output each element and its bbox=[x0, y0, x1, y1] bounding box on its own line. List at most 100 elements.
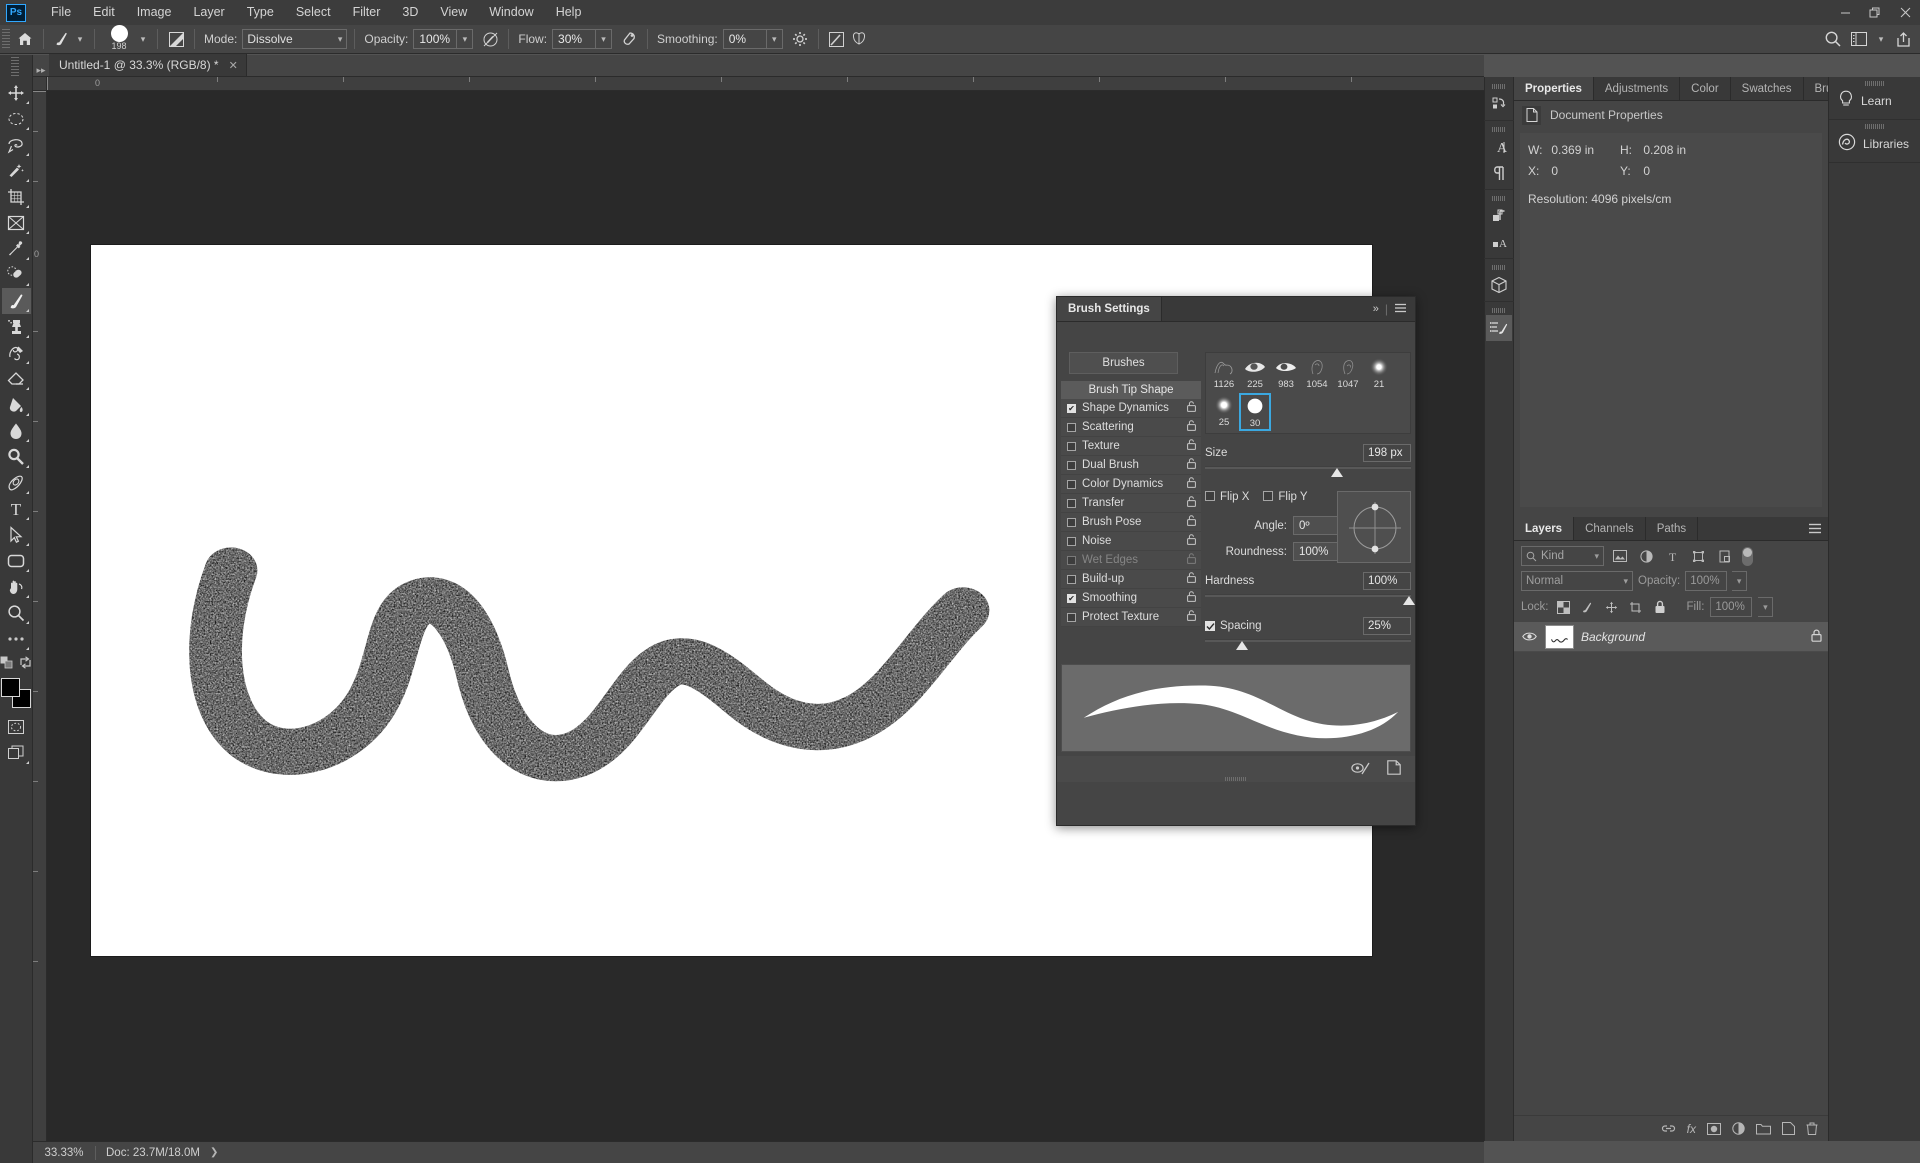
foreground-color-swatch[interactable] bbox=[1, 678, 20, 697]
brush-tip-1047[interactable]: 1047 bbox=[1332, 355, 1364, 393]
layer-opacity-input[interactable]: 100% bbox=[1685, 571, 1727, 591]
smart-object-filter-icon[interactable] bbox=[1714, 546, 1734, 566]
airbrush-icon[interactable] bbox=[618, 28, 640, 50]
crop-tool[interactable] bbox=[2, 184, 31, 210]
learn-panel-row[interactable]: Learn bbox=[1829, 88, 1920, 113]
unlock-icon[interactable] bbox=[1187, 458, 1196, 472]
gear-icon[interactable] bbox=[789, 28, 811, 50]
menu-image[interactable]: Image bbox=[126, 0, 183, 25]
unlock-icon[interactable] bbox=[1187, 591, 1196, 605]
transfer-checkbox[interactable] bbox=[1067, 499, 1076, 508]
brush-angle-icon[interactable] bbox=[826, 28, 848, 50]
lock-icon[interactable] bbox=[1811, 629, 1822, 645]
tab-color[interactable]: Color bbox=[1680, 77, 1730, 100]
layer-blend-mode-select[interactable]: Normal ▾ bbox=[1521, 571, 1633, 591]
color-dynamics-checkbox[interactable] bbox=[1067, 480, 1076, 489]
share-icon[interactable] bbox=[1892, 28, 1914, 50]
blend-mode-select[interactable]: Dissolve ▾ bbox=[242, 29, 347, 49]
brush-tip-225[interactable]: 225 bbox=[1239, 355, 1271, 393]
layer-fill-stepper-icon[interactable]: ▾ bbox=[1758, 597, 1773, 617]
layer-comps-panel-icon[interactable] bbox=[1486, 203, 1512, 229]
spacing-input[interactable]: 25% bbox=[1363, 617, 1411, 635]
options-bar-grip[interactable] bbox=[2, 29, 10, 49]
protect-texture-checkbox[interactable] bbox=[1067, 613, 1076, 622]
eraser-tool[interactable] bbox=[2, 366, 31, 392]
search-icon[interactable] bbox=[1822, 28, 1844, 50]
rail-grip[interactable] bbox=[1492, 196, 1506, 201]
character-styles-panel-icon[interactable]: A bbox=[1486, 229, 1512, 255]
brush-option-transfer[interactable]: Transfer bbox=[1061, 494, 1201, 513]
brush-well-caret-icon[interactable]: ▾ bbox=[136, 34, 150, 45]
unlock-icon[interactable] bbox=[1187, 515, 1196, 529]
layer-name[interactable]: Background bbox=[1581, 630, 1645, 644]
workspace-icon[interactable] bbox=[1848, 28, 1870, 50]
tab-properties[interactable]: Properties bbox=[1514, 77, 1594, 100]
brush-tool[interactable] bbox=[2, 288, 31, 314]
smoothing-input[interactable]: 0% bbox=[723, 29, 767, 49]
ruler-corner[interactable] bbox=[33, 77, 47, 91]
close-button[interactable] bbox=[1890, 0, 1920, 25]
chevron-right-icon[interactable]: ❯ bbox=[210, 1147, 218, 1158]
libraries-panel[interactable]: Libraries bbox=[1829, 124, 1920, 163]
paragraph-panel-icon[interactable] bbox=[1486, 160, 1512, 186]
new-brush-preset-icon[interactable] bbox=[1387, 760, 1401, 778]
lock-image-pixels-icon[interactable] bbox=[1579, 598, 1597, 616]
edit-toolbar-button[interactable] bbox=[2, 626, 31, 652]
brush-panel-toggle-icon[interactable] bbox=[165, 28, 187, 50]
lock-artboard-icon[interactable] bbox=[1627, 598, 1645, 616]
brush-settings-panel[interactable]: Brush Settings » | Brushes Brush Tip Sha… bbox=[1056, 296, 1416, 826]
link-layers-icon[interactable] bbox=[1661, 1123, 1676, 1134]
brush-option-texture[interactable]: Texture bbox=[1061, 437, 1201, 456]
hardness-slider[interactable] bbox=[1205, 593, 1411, 607]
toggle-brush-preview-icon[interactable] bbox=[1351, 761, 1371, 778]
move-tool[interactable] bbox=[2, 80, 31, 106]
unlock-icon[interactable] bbox=[1187, 534, 1196, 548]
flow-stepper-icon[interactable]: ▾ bbox=[596, 29, 612, 49]
zoom-tool[interactable] bbox=[2, 600, 31, 626]
rectangle-tool[interactable] bbox=[2, 548, 31, 574]
home-icon[interactable] bbox=[14, 28, 36, 50]
filter-enable-toggle[interactable] bbox=[1742, 547, 1753, 566]
document-tab[interactable]: Untitled-1 @ 33.3% (RGB/8) * ✕ bbox=[49, 54, 247, 76]
brush-settings-panel-icon[interactable] bbox=[1486, 315, 1512, 341]
type-tool[interactable]: T bbox=[2, 496, 31, 522]
screen-mode-button[interactable] bbox=[2, 740, 31, 766]
menu-3d[interactable]: 3D bbox=[391, 0, 429, 25]
dual-brush-checkbox[interactable] bbox=[1067, 461, 1076, 470]
size-slider[interactable] bbox=[1205, 465, 1411, 479]
rail-grip[interactable] bbox=[1492, 84, 1506, 89]
vertical-ruler[interactable]: 0 bbox=[33, 91, 47, 1141]
layer-opacity-stepper-icon[interactable]: ▾ bbox=[1732, 571, 1747, 591]
spacing-slider[interactable] bbox=[1205, 638, 1411, 652]
brush-preset-icon[interactable] bbox=[51, 28, 73, 50]
size-input[interactable]: 198 px bbox=[1363, 444, 1411, 462]
shape-dynamics-checkbox[interactable] bbox=[1067, 404, 1076, 413]
brush-tip-983[interactable]: 983 bbox=[1270, 355, 1302, 393]
unlock-icon[interactable] bbox=[1187, 572, 1196, 586]
frame-tool[interactable] bbox=[2, 210, 31, 236]
history-panel-icon[interactable] bbox=[1486, 91, 1512, 117]
tab-adjustments[interactable]: Adjustments bbox=[1594, 77, 1680, 100]
hardness-input[interactable]: 100% bbox=[1363, 572, 1411, 590]
eye-icon[interactable] bbox=[1520, 631, 1538, 642]
horizontal-ruler[interactable]: 0 bbox=[47, 77, 1484, 91]
opacity-input[interactable]: 100% bbox=[413, 29, 457, 49]
quick-mask-button[interactable] bbox=[2, 714, 31, 740]
adjustment-filter-icon[interactable] bbox=[1636, 546, 1656, 566]
menu-select[interactable]: Select bbox=[285, 0, 342, 25]
clone-stamp-tool[interactable] bbox=[2, 314, 31, 340]
brush-pose-checkbox[interactable] bbox=[1067, 518, 1076, 527]
menu-filter[interactable]: Filter bbox=[342, 0, 392, 25]
brush-option-noise[interactable]: Noise bbox=[1061, 532, 1201, 551]
tab-layers[interactable]: Layers bbox=[1514, 517, 1574, 540]
shape-filter-icon[interactable] bbox=[1688, 546, 1708, 566]
rail-grip[interactable] bbox=[1492, 265, 1506, 270]
tab-channels[interactable]: Channels bbox=[1574, 517, 1646, 540]
brush-tip-30[interactable]: 30 bbox=[1239, 393, 1271, 431]
double-chevron-right-icon[interactable]: » bbox=[1373, 303, 1379, 315]
delete-layer-icon[interactable] bbox=[1806, 1122, 1818, 1135]
layer-kind-filter[interactable]: Kind ▾ bbox=[1521, 546, 1604, 566]
spacing-checkbox[interactable] bbox=[1205, 621, 1215, 631]
tab-brush-settings[interactable]: Brush Settings bbox=[1057, 297, 1162, 321]
brush-tip-25[interactable]: 25 bbox=[1208, 393, 1240, 431]
